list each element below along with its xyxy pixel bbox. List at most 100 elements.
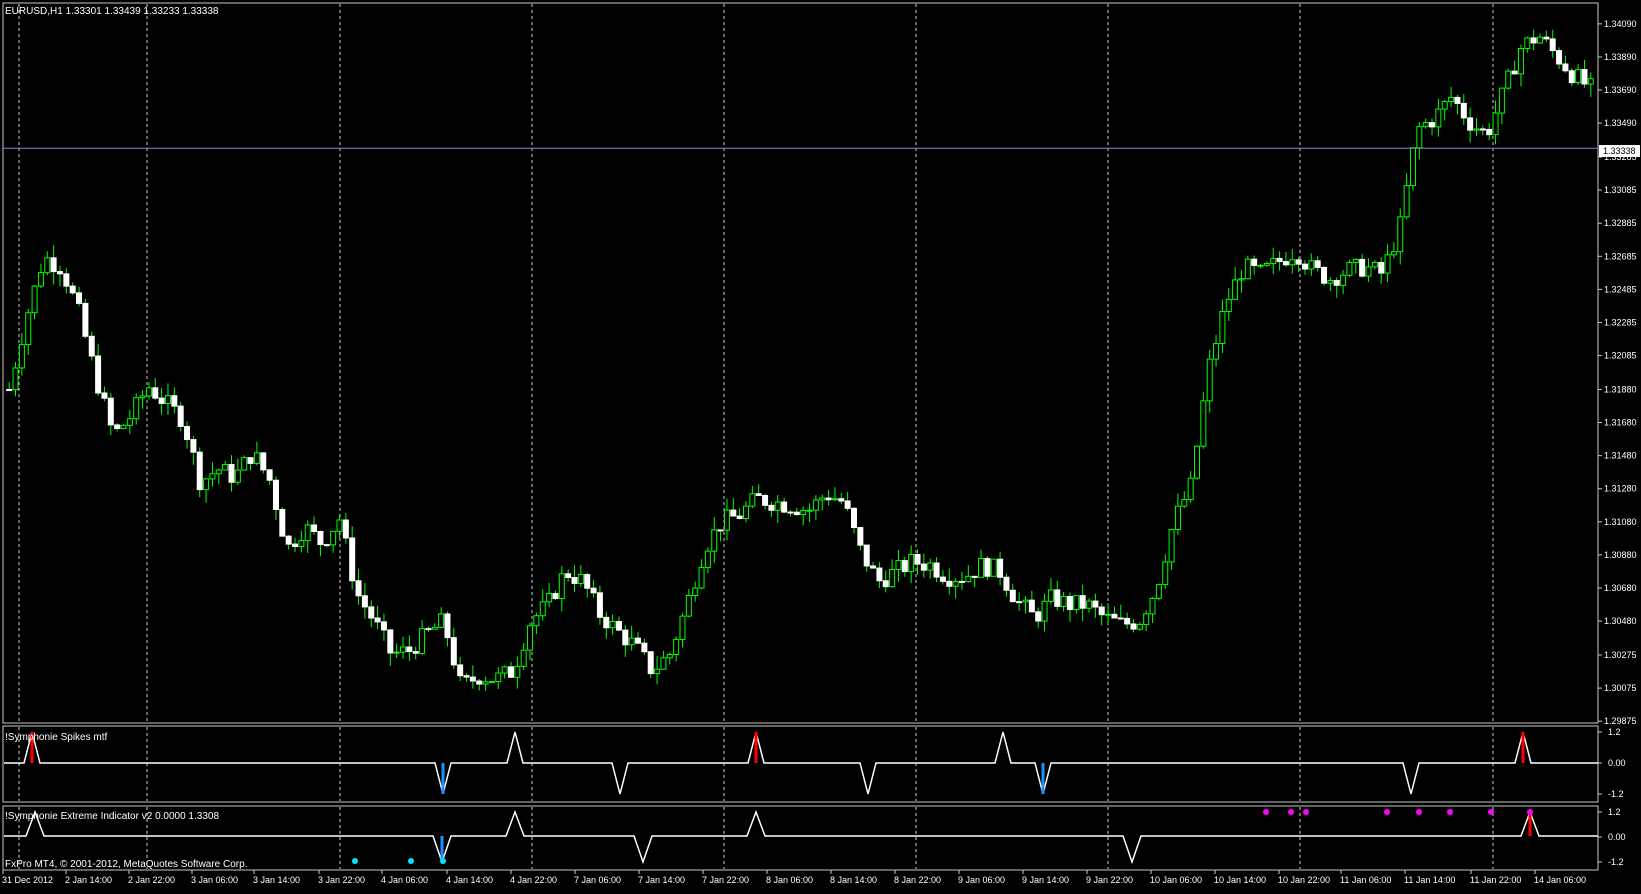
candle-body-167	[1066, 595, 1073, 611]
price-tick-label-5: 1.33085	[1604, 185, 1637, 195]
mt4-chart-window[interactable]: 1.34090 1.33890 1.33690 1.33490 1.33285 1.330…	[0, 0, 1641, 889]
time-tick-label-14: 8 Jan 22:00	[894, 875, 941, 885]
candle-body-209	[1333, 280, 1340, 286]
candle-body-198	[1263, 263, 1270, 266]
candle-body-137	[876, 567, 883, 582]
price-tick-label-11: 1.31880	[1604, 384, 1637, 394]
candle-body-145	[927, 562, 934, 571]
candle-body-223	[1422, 122, 1429, 128]
candle-body-203	[1295, 259, 1302, 265]
price-tick-label-1: 1.33890	[1604, 52, 1637, 62]
candle-body-200	[1276, 257, 1283, 263]
candle-body-33	[215, 469, 222, 475]
candle-body-103	[660, 657, 667, 670]
candle-body-163	[1041, 600, 1048, 622]
price-tick-label-10: 1.32085	[1604, 351, 1637, 361]
candle-body-16	[107, 397, 114, 426]
candle-body-43	[279, 509, 286, 537]
candle-body-49	[317, 530, 324, 546]
candle-body-37	[241, 457, 248, 471]
candle-body-126	[806, 509, 813, 512]
candle-body-160	[1022, 599, 1029, 603]
candle-body-191	[1219, 310, 1226, 345]
candle-body-143	[914, 554, 921, 565]
candle-body-166	[1060, 595, 1067, 607]
time-tick-label-19: 10 Jan 14:00	[1214, 875, 1266, 885]
price-tick-label-13: 1.31480	[1604, 451, 1637, 461]
candle-body-83	[533, 615, 540, 627]
candle-body-174	[1111, 613, 1118, 619]
time-tick-label-6: 4 Jan 06:00	[381, 875, 428, 885]
candle-body-128	[819, 497, 826, 501]
candle-body-187	[1194, 445, 1200, 479]
price-tick-label-7: 1.32685	[1604, 251, 1637, 261]
candle-body-51	[330, 530, 337, 546]
candle-body-175	[1117, 617, 1124, 620]
candle-body-124	[793, 511, 800, 516]
candle-body-236	[1505, 70, 1512, 89]
ind2-tick-label-2: -1.2	[1608, 857, 1624, 867]
price-tick-label-6: 1.32885	[1604, 218, 1637, 228]
candle-body-78	[501, 666, 508, 674]
candle-body-153	[978, 557, 985, 578]
candle-body-30	[196, 451, 203, 491]
candle-body-168	[1073, 595, 1080, 611]
candle-body-201	[1282, 261, 1289, 266]
candle-body-25	[164, 395, 171, 404]
candle-body-10	[69, 285, 76, 294]
candle-body-56	[361, 595, 368, 608]
price-tick-label-14: 1.31280	[1604, 484, 1637, 494]
candle-body-158	[1009, 589, 1016, 603]
candle-body-190	[1213, 343, 1220, 360]
candle-body-58	[374, 617, 381, 623]
candle-body-122	[781, 501, 788, 513]
candle-body-165	[1054, 589, 1061, 607]
candle-body-188	[1200, 400, 1207, 447]
candle-body-66	[425, 628, 432, 631]
candle-body-164	[1047, 589, 1054, 602]
ind2-tick-label-0: 1.2	[1608, 807, 1621, 817]
cyan-dot-2	[440, 858, 446, 864]
candle-body-170	[1086, 600, 1093, 609]
candle-body-59	[380, 621, 387, 631]
candle-body-60	[387, 629, 394, 654]
candle-body-230	[1467, 117, 1474, 131]
candle-body-61	[393, 651, 400, 654]
chart-canvas[interactable]: 1.340901.338901.336901.334901.332851.330…	[0, 0, 1641, 889]
candle-body-81	[520, 649, 527, 667]
candle-body-115	[736, 515, 743, 520]
candle-body-196	[1251, 258, 1258, 267]
candle-body-108	[692, 587, 699, 596]
candle-body-217	[1384, 254, 1391, 274]
time-tick-label-8: 4 Jan 22:00	[510, 875, 557, 885]
candle-body-249	[1587, 78, 1594, 85]
candle-body-120	[768, 504, 775, 511]
candle-body-176	[1124, 617, 1131, 625]
candle-body-107	[685, 594, 692, 617]
candle-body-202	[1289, 259, 1296, 266]
candle-body-18	[120, 424, 127, 430]
time-tick-label-20: 10 Jan 22:00	[1278, 875, 1330, 885]
candle-body-152	[971, 575, 978, 578]
candle-body-246	[1568, 70, 1575, 84]
candle-body-172	[1098, 606, 1105, 616]
candle-body-12	[82, 302, 89, 337]
candle-body-211	[1346, 262, 1353, 276]
candle-body-180	[1149, 597, 1156, 615]
price-tick-label-2: 1.33690	[1604, 85, 1637, 95]
candle-body-123	[787, 511, 794, 514]
time-tick-label-5: 3 Jan 22:00	[318, 875, 365, 885]
candle-body-135	[863, 544, 870, 567]
magenta-dot-1	[1288, 809, 1294, 815]
candle-body-20	[133, 397, 140, 420]
candle-body-71	[457, 664, 464, 677]
candle-body-95	[609, 621, 616, 629]
candle-body-3	[25, 312, 32, 346]
candle-body-148	[946, 580, 953, 587]
candle-body-117	[749, 493, 756, 507]
candle-body-215	[1371, 261, 1378, 268]
candle-body-11	[76, 292, 83, 304]
symbol-header: EURUSD,H1 1.33301 1.33439 1.33233 1.3333…	[5, 6, 219, 17]
price-tick-label-15: 1.31080	[1604, 517, 1637, 527]
ind1-tick-label-1: 0.00	[1608, 758, 1626, 768]
